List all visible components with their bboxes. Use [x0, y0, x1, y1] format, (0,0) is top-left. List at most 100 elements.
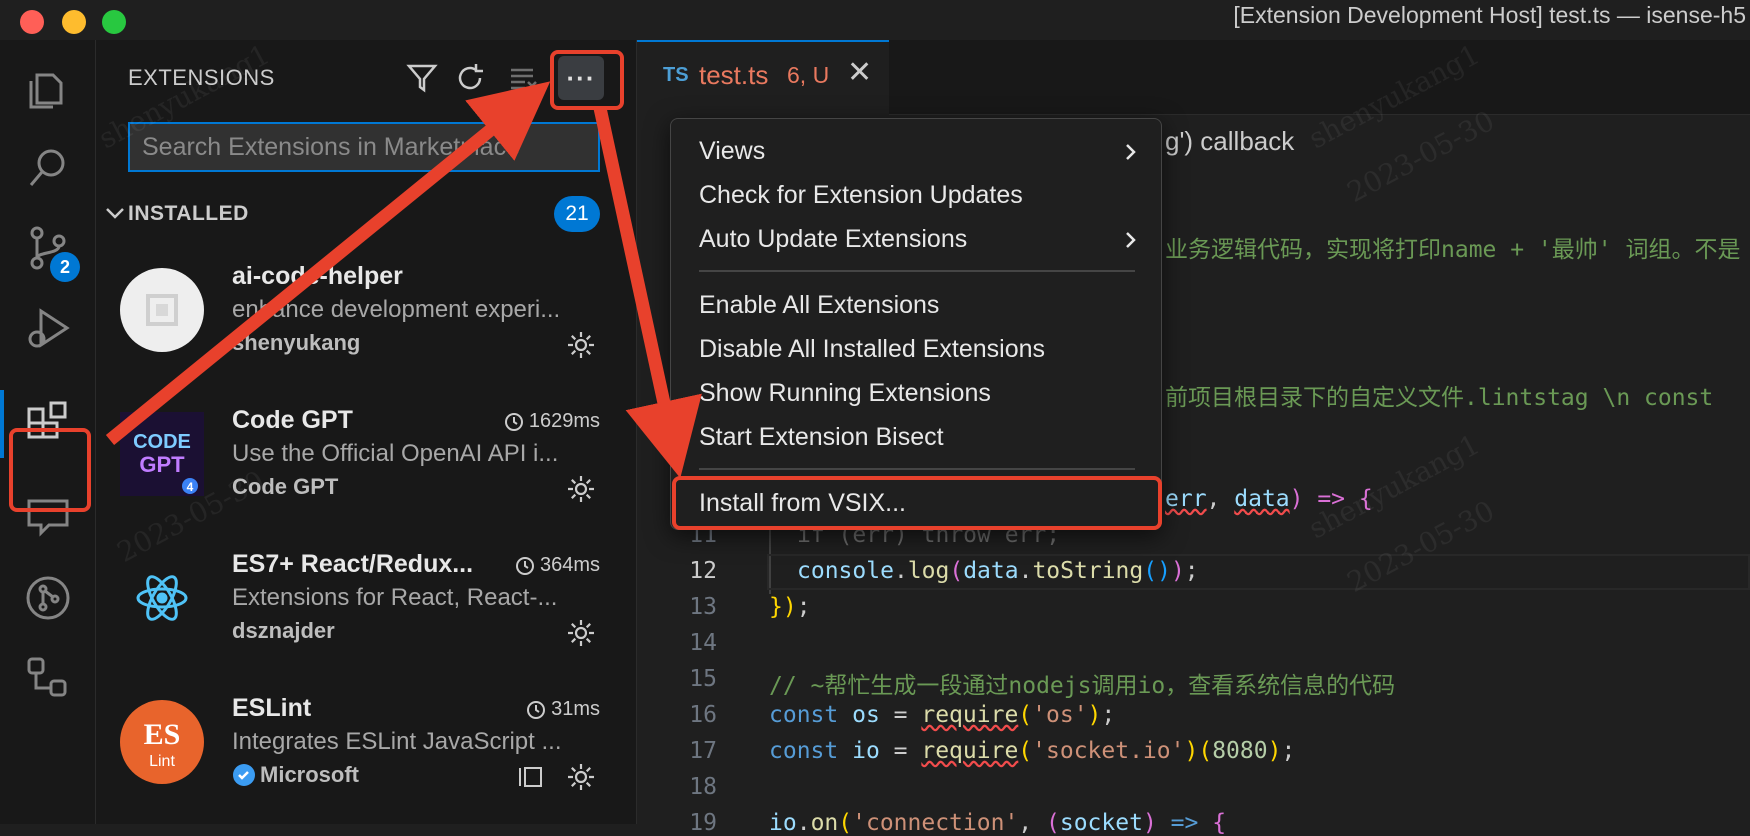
run-debug-icon[interactable]	[0, 288, 95, 368]
installed-section-header[interactable]: INSTALLED 21	[96, 196, 636, 236]
extension-item-ai-code-helper[interactable]: ai-code-helper enhance development exper…	[96, 254, 636, 398]
line-number: 12	[689, 558, 717, 584]
eslint-logo: ES Lint	[120, 700, 204, 784]
activation-time: 31ms	[525, 698, 600, 721]
menu-separator	[699, 270, 1135, 272]
tab-filename: test.ts	[699, 60, 769, 90]
code-line-12: console.log(data.toString());	[797, 558, 1199, 584]
maximize-window-button[interactable]	[102, 10, 126, 34]
react-atom-logo	[120, 556, 204, 640]
line-number: 16	[689, 702, 717, 728]
window-title: [Extension Development Host] test.ts — i…	[1233, 2, 1746, 28]
history-icon	[515, 556, 534, 575]
close-window-button[interactable]	[20, 10, 44, 34]
extension-item-es7-react[interactable]: ES7+ React/Redux... 364ms Extensions for…	[96, 542, 636, 686]
extensions-search-input[interactable]: Search Extensions in Marketplace	[128, 122, 600, 172]
source-control-icon[interactable]: 2	[0, 208, 95, 288]
chevron-right-icon	[1126, 144, 1136, 160]
extension-name: ai-code-helper	[232, 262, 403, 290]
gear-icon[interactable]	[566, 474, 596, 504]
code-line-19: io.on('connection', (socket) => {	[769, 810, 1227, 836]
svg-text:ES: ES	[144, 718, 181, 751]
git-graph-icon[interactable]	[0, 558, 95, 638]
refresh-icon[interactable]	[452, 60, 488, 96]
menu-item-enable-all[interactable]: Enable All Extensions	[699, 291, 939, 320]
code-line-15: // ~帮忙生成一段通过nodejs调用io，查看系统信息的代码	[769, 673, 1396, 699]
code-comment: 业务逻辑代码，实现将打印name + '最帅' 词组。不是	[1165, 237, 1741, 263]
code-comment: 前项目根目录下的自定义文件.lintstag \n const	[1165, 385, 1714, 411]
search-icon[interactable]	[0, 128, 95, 208]
activation-time: 364ms	[514, 554, 600, 577]
remote-explorer-icon[interactable]	[0, 638, 95, 718]
extension-publisher: Code GPT	[232, 474, 339, 499]
menu-item-bisect[interactable]: Start Extension Bisect	[699, 423, 944, 452]
extensions-sidebar: EXTENSIONS ··· Search Extensions in Mark…	[96, 40, 637, 824]
menu-item-check-updates[interactable]: Check for Extension Updates	[699, 181, 1023, 210]
extension-name: ESLint	[232, 694, 312, 722]
workspace-icon[interactable]	[516, 764, 546, 790]
line-number: 14	[689, 630, 717, 656]
extension-item-code-gpt[interactable]: CODE GPT 4 Code GPT 1629ms Use the Offic…	[96, 398, 636, 542]
extension-description: Integrates ESLint JavaScript ...	[232, 728, 562, 755]
title-bar: [Extension Development Host] test.ts — i…	[0, 0, 1750, 40]
remote-chat-icon[interactable]	[0, 478, 95, 558]
line-number: 15	[689, 666, 717, 692]
tab-test-ts[interactable]: TS test.ts 6, U ✕	[637, 40, 889, 115]
line-number: 13	[689, 594, 717, 620]
svg-text:Lint: Lint	[149, 753, 175, 770]
source-control-badge: 2	[50, 252, 80, 282]
menu-item-views[interactable]: Views	[699, 137, 765, 166]
line-number: 19	[689, 810, 717, 836]
line-number: 17	[689, 738, 717, 764]
activity-bar: 2	[0, 40, 96, 824]
code-line-17: const io = require('socket.io')(8080);	[769, 738, 1296, 764]
code-fragment: g') callback	[1165, 126, 1295, 156]
code-line-13: });	[769, 594, 811, 620]
installed-count-badge: 21	[554, 196, 600, 232]
generic-extension-icon	[120, 268, 204, 352]
extension-description: Extensions for React, React-...	[232, 584, 558, 611]
menu-item-install-vsix[interactable]: Install from VSIX...	[699, 489, 906, 518]
menu-item-show-running[interactable]: Show Running Extensions	[699, 379, 991, 408]
close-icon[interactable]: ✕	[847, 58, 877, 88]
menu-item-disable-all[interactable]: Disable All Installed Extensions	[699, 335, 1045, 364]
extension-description: enhance development experi...	[232, 296, 561, 323]
installed-label: INSTALLED	[128, 202, 249, 225]
menu-separator	[699, 468, 1135, 470]
clear-results-icon[interactable]	[506, 60, 542, 96]
codegpt-logo: CODE GPT 4	[120, 412, 204, 496]
minimize-window-button[interactable]	[62, 10, 86, 34]
gear-icon[interactable]	[566, 330, 596, 360]
chevron-right-icon	[1126, 232, 1136, 248]
extension-description: Use the Official OpenAI API i...	[232, 440, 559, 467]
history-icon	[527, 700, 546, 719]
menu-item-auto-update[interactable]: Auto Update Extensions	[699, 225, 967, 254]
gear-icon[interactable]	[566, 762, 596, 792]
typescript-file-icon: TS	[663, 64, 689, 86]
extensions-more-menu: Views Check for Extension Updates Auto U…	[670, 118, 1162, 530]
extension-publisher: dsznajder	[232, 618, 335, 643]
svg-text:CODE: CODE	[133, 431, 191, 453]
chevron-down-icon	[106, 208, 124, 219]
verified-badge-icon	[233, 764, 255, 786]
gear-icon[interactable]	[566, 618, 596, 648]
explorer-icon[interactable]	[0, 48, 95, 128]
history-icon	[504, 412, 523, 431]
activation-time: 1629ms	[503, 410, 600, 433]
extension-name: ES7+ React/Redux...	[232, 550, 474, 578]
extensions-icon[interactable]	[0, 384, 95, 464]
tab-status: 6, U	[787, 62, 830, 88]
extension-publisher: Microsoft	[232, 762, 359, 788]
sidebar-title: EXTENSIONS	[128, 65, 275, 90]
svg-text:4: 4	[187, 480, 194, 494]
extension-item-eslint[interactable]: ES Lint ESLint 31ms Integrates ESLint Ja…	[96, 686, 636, 830]
filter-icon[interactable]	[404, 60, 440, 96]
extension-publisher: shenyukang	[232, 330, 361, 355]
editor-tabs: TS test.ts 6, U ✕	[637, 40, 1750, 115]
more-actions-button[interactable]: ···	[558, 56, 604, 100]
svg-text:GPT: GPT	[139, 452, 185, 477]
code-line-10: err, data) => {	[1165, 486, 1373, 512]
code-line-16: const os = require('os');	[769, 702, 1116, 728]
line-number: 18	[689, 774, 717, 800]
extension-name: Code GPT	[232, 406, 353, 434]
